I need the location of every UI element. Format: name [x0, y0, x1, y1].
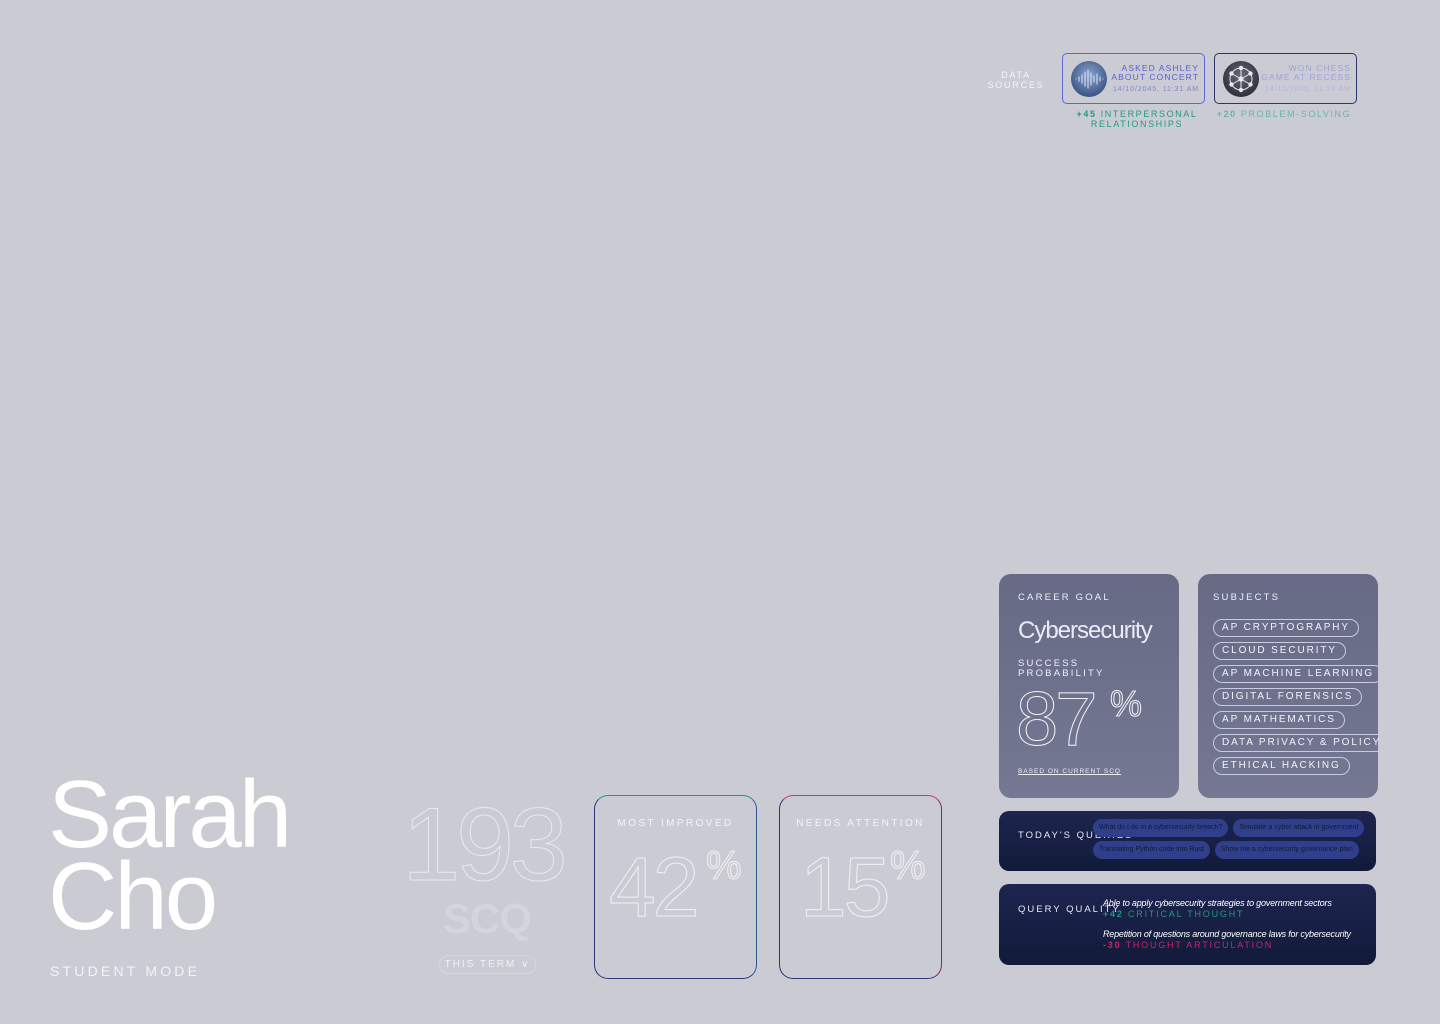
needs-attention-value: 15: [799, 840, 890, 934]
data-sources-label: DATA SOURCES: [987, 70, 1045, 90]
data-source-delta-concert: +45 INTERPERSONAL RELATIONSHIPS: [1062, 109, 1212, 129]
career-goal-card[interactable]: CAREER GOAL Cybersecurity SUCCESS PROBAB…: [999, 574, 1179, 798]
data-source-title: ASKED ASHLEY ABOUT CONCERT: [1111, 62, 1199, 82]
query-chip[interactable]: Translating Python code into Rust: [1093, 841, 1210, 859]
needs-attention-unit: %: [890, 844, 927, 888]
subject-pill[interactable]: CLOUD SECURITY: [1213, 642, 1346, 660]
quality-delta-value: -30: [1103, 940, 1122, 950]
subject-pill[interactable]: AP MATHEMATICS: [1213, 711, 1345, 729]
todays-queries-panel: TODAY'S QUERIES What do I do in a cybers…: [999, 811, 1376, 871]
quality-item: Able to apply cybersecurity strategies t…: [1103, 898, 1351, 920]
query-chip-list: What do I do in a cybersecurity breach? …: [1093, 819, 1371, 859]
delta-skill: INTERPERSONAL RELATIONSHIPS: [1090, 109, 1198, 129]
most-improved-value: 42: [608, 840, 699, 934]
career-goal-label: CAREER GOAL: [1018, 592, 1111, 603]
subject-pill[interactable]: ETHICAL HACKING: [1213, 757, 1350, 775]
quality-delta-skill: THOUGHT ARTICULATION: [1125, 940, 1274, 950]
based-on-scq-link[interactable]: BASED ON CURRENT SCQ: [1018, 768, 1121, 775]
subject-pill[interactable]: DATA PRIVACY & POLICY: [1213, 734, 1391, 752]
quality-note: Able to apply cybersecurity strategies t…: [1103, 898, 1332, 908]
success-probability-label: SUCCESS PROBABILITY: [1018, 658, 1105, 679]
student-last-name: Cho: [48, 843, 218, 950]
most-improved-card[interactable]: MOST IMPROVED 42 %: [594, 795, 757, 979]
delta-value: +20: [1216, 109, 1237, 119]
audio-waveform-icon: [1071, 60, 1107, 97]
data-source-timestamp: 14/10/2045, 11:24 AM: [1265, 85, 1351, 93]
career-goal-value: Cybersecurity: [1018, 617, 1153, 644]
scq-value: 193: [402, 787, 569, 903]
needs-attention-title: NEEDS ATTENTION: [796, 818, 925, 829]
data-source-card-concert[interactable]: ASKED ASHLEY ABOUT CONCERT 14/10/2045, 1…: [1062, 53, 1205, 104]
quality-delta-skill: CRITICAL THOUGHT: [1127, 909, 1245, 919]
student-name: Sarah Cho: [48, 767, 292, 950]
query-chip[interactable]: Simulate a cyber attack in government: [1233, 819, 1365, 837]
query-chip[interactable]: Show me a cybersecurity governance plan: [1214, 841, 1359, 859]
data-source-timestamp: 14/10/2045, 11:31 AM: [1113, 85, 1199, 93]
most-improved-title: MOST IMPROVED: [617, 818, 734, 829]
data-source-delta-chess: +20 PROBLEM-SOLVING: [1214, 109, 1354, 119]
subject-pill[interactable]: AP CRYPTOGRAPHY: [1213, 619, 1359, 637]
query-quality-list: Able to apply cybersecurity strategies t…: [1103, 898, 1351, 960]
subject-pill[interactable]: DIGITAL FORENSICS: [1213, 688, 1363, 706]
term-dropdown-button[interactable]: THIS TERM ∨: [439, 955, 536, 974]
query-quality-panel: QUERY QUALITY Able to apply cybersecurit…: [999, 884, 1376, 965]
scq-unit-label: SCQ: [442, 895, 532, 942]
quality-note: Repetition of questions around governanc…: [1103, 929, 1351, 939]
data-source-text: ASKED ASHLEY ABOUT CONCERT 14/10/2045, 1…: [1107, 62, 1199, 94]
student-mode-label: STUDENT MODE: [50, 963, 201, 979]
quality-item: Repetition of questions around governanc…: [1103, 929, 1351, 951]
delta-value: +45: [1076, 109, 1097, 119]
data-source-text: WON CHESS GAME AT RECESS 14/10/2045, 11:…: [1259, 62, 1351, 94]
data-source-card-chess[interactable]: WON CHESS GAME AT RECESS 14/10/2045, 11:…: [1214, 53, 1357, 104]
success-probability-unit: %: [1109, 683, 1143, 724]
success-probability-value: 87: [1016, 677, 1099, 762]
quality-delta: +42 CRITICAL THOUGHT: [1103, 909, 1351, 920]
needs-attention-card[interactable]: NEEDS ATTENTION 15 %: [779, 795, 942, 979]
quality-delta-value: +42: [1103, 909, 1124, 919]
quality-delta: -30 THOUGHT ARTICULATION: [1103, 940, 1351, 951]
subject-list: AP CRYPTOGRAPHY CLOUD SECURITY AP MACHIN…: [1213, 619, 1391, 775]
query-chip[interactable]: What do I do in a cybersecurity breach?: [1093, 819, 1229, 837]
most-improved-unit: %: [706, 844, 743, 888]
network-nodes-icon: [1223, 60, 1259, 97]
subjects-card: SUBJECTS AP CRYPTOGRAPHY CLOUD SECURITY …: [1198, 574, 1391, 798]
subjects-label: SUBJECTS: [1213, 592, 1281, 603]
data-source-title: WON CHESS GAME AT RECESS: [1261, 62, 1351, 82]
subject-pill[interactable]: AP MACHINE LEARNING: [1213, 665, 1384, 683]
delta-skill: PROBLEM-SOLVING: [1240, 109, 1352, 119]
